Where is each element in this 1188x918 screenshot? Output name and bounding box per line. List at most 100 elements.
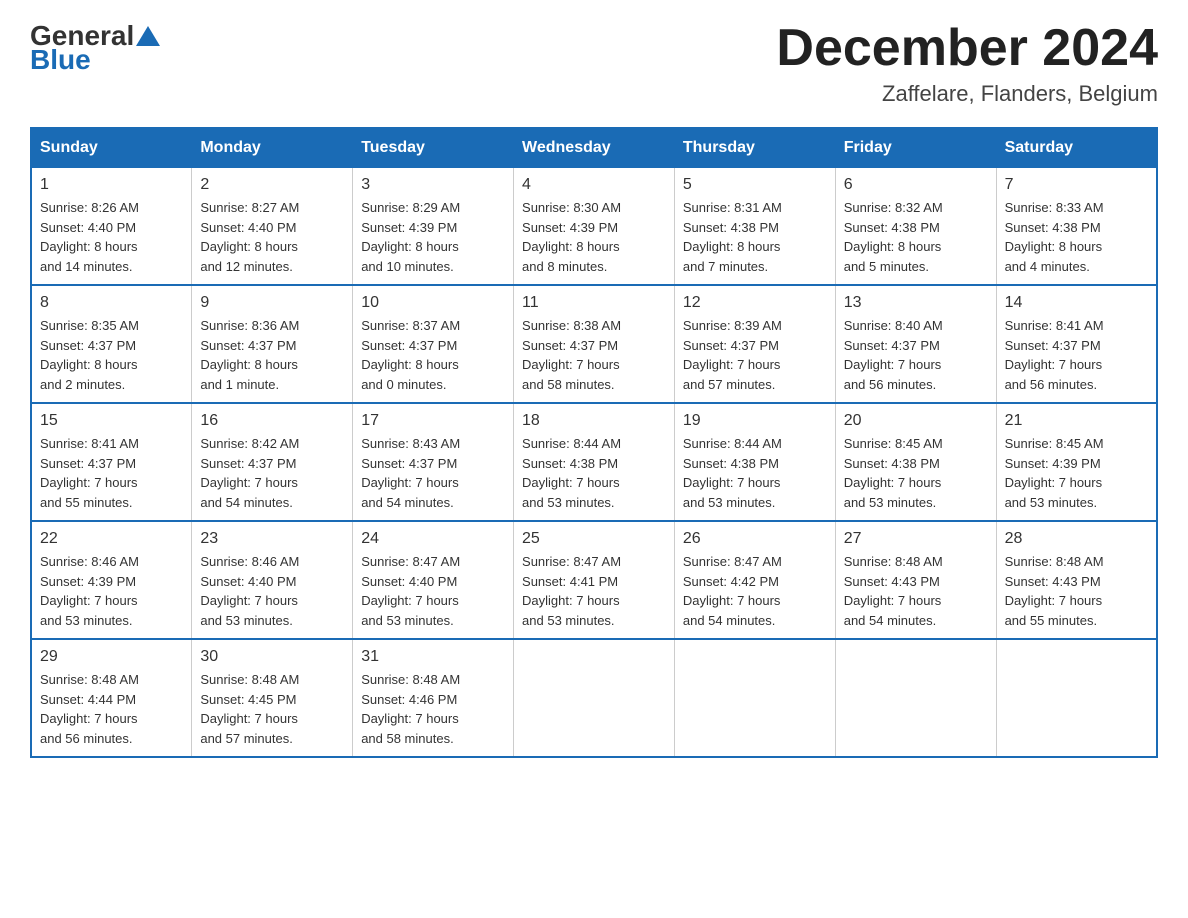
day-info: Sunrise: 8:45 AMSunset: 4:38 PMDaylight:… xyxy=(844,434,988,512)
calendar-day-7: 7 Sunrise: 8:33 AMSunset: 4:38 PMDayligh… xyxy=(996,168,1157,286)
calendar-day-10: 10 Sunrise: 8:37 AMSunset: 4:37 PMDaylig… xyxy=(353,285,514,403)
calendar-day-27: 27 Sunrise: 8:48 AMSunset: 4:43 PMDaylig… xyxy=(835,521,996,639)
calendar-day-empty xyxy=(835,639,996,757)
day-info: Sunrise: 8:41 AMSunset: 4:37 PMDaylight:… xyxy=(40,434,183,512)
calendar-day-20: 20 Sunrise: 8:45 AMSunset: 4:38 PMDaylig… xyxy=(835,403,996,521)
day-number: 7 xyxy=(1005,176,1148,194)
day-info: Sunrise: 8:48 AMSunset: 4:45 PMDaylight:… xyxy=(200,670,344,748)
day-info: Sunrise: 8:47 AMSunset: 4:40 PMDaylight:… xyxy=(361,552,505,630)
calendar-day-2: 2 Sunrise: 8:27 AMSunset: 4:40 PMDayligh… xyxy=(192,168,353,286)
calendar-day-5: 5 Sunrise: 8:31 AMSunset: 4:38 PMDayligh… xyxy=(674,168,835,286)
day-number: 6 xyxy=(844,176,988,194)
calendar-day-3: 3 Sunrise: 8:29 AMSunset: 4:39 PMDayligh… xyxy=(353,168,514,286)
day-info: Sunrise: 8:41 AMSunset: 4:37 PMDaylight:… xyxy=(1005,316,1148,394)
calendar-day-11: 11 Sunrise: 8:38 AMSunset: 4:37 PMDaylig… xyxy=(514,285,675,403)
calendar-day-4: 4 Sunrise: 8:30 AMSunset: 4:39 PMDayligh… xyxy=(514,168,675,286)
logo: General Blue xyxy=(30,20,162,76)
day-number: 22 xyxy=(40,530,183,548)
title-block: December 2024 Zaffelare, Flanders, Belgi… xyxy=(776,20,1158,107)
col-wednesday: Wednesday xyxy=(514,128,675,168)
calendar-day-16: 16 Sunrise: 8:42 AMSunset: 4:37 PMDaylig… xyxy=(192,403,353,521)
day-number: 11 xyxy=(522,294,666,312)
day-info: Sunrise: 8:40 AMSunset: 4:37 PMDaylight:… xyxy=(844,316,988,394)
day-info: Sunrise: 8:30 AMSunset: 4:39 PMDaylight:… xyxy=(522,198,666,276)
day-info: Sunrise: 8:44 AMSunset: 4:38 PMDaylight:… xyxy=(683,434,827,512)
day-info: Sunrise: 8:35 AMSunset: 4:37 PMDaylight:… xyxy=(40,316,183,394)
calendar-day-14: 14 Sunrise: 8:41 AMSunset: 4:37 PMDaylig… xyxy=(996,285,1157,403)
day-info: Sunrise: 8:36 AMSunset: 4:37 PMDaylight:… xyxy=(200,316,344,394)
location: Zaffelare, Flanders, Belgium xyxy=(776,81,1158,107)
day-info: Sunrise: 8:37 AMSunset: 4:37 PMDaylight:… xyxy=(361,316,505,394)
day-number: 28 xyxy=(1005,530,1148,548)
calendar-day-26: 26 Sunrise: 8:47 AMSunset: 4:42 PMDaylig… xyxy=(674,521,835,639)
calendar-table: Sunday Monday Tuesday Wednesday Thursday… xyxy=(30,127,1158,758)
day-number: 18 xyxy=(522,412,666,430)
calendar-day-12: 12 Sunrise: 8:39 AMSunset: 4:37 PMDaylig… xyxy=(674,285,835,403)
col-monday: Monday xyxy=(192,128,353,168)
calendar-day-18: 18 Sunrise: 8:44 AMSunset: 4:38 PMDaylig… xyxy=(514,403,675,521)
day-info: Sunrise: 8:48 AMSunset: 4:43 PMDaylight:… xyxy=(844,552,988,630)
col-friday: Friday xyxy=(835,128,996,168)
day-number: 8 xyxy=(40,294,183,312)
day-number: 2 xyxy=(200,176,344,194)
day-number: 17 xyxy=(361,412,505,430)
day-number: 19 xyxy=(683,412,827,430)
day-number: 14 xyxy=(1005,294,1148,312)
calendar-week-4: 22 Sunrise: 8:46 AMSunset: 4:39 PMDaylig… xyxy=(31,521,1157,639)
calendar-day-17: 17 Sunrise: 8:43 AMSunset: 4:37 PMDaylig… xyxy=(353,403,514,521)
calendar-week-3: 15 Sunrise: 8:41 AMSunset: 4:37 PMDaylig… xyxy=(31,403,1157,521)
month-title: December 2024 xyxy=(776,20,1158,77)
day-info: Sunrise: 8:43 AMSunset: 4:37 PMDaylight:… xyxy=(361,434,505,512)
day-number: 30 xyxy=(200,648,344,666)
calendar-day-23: 23 Sunrise: 8:46 AMSunset: 4:40 PMDaylig… xyxy=(192,521,353,639)
day-number: 23 xyxy=(200,530,344,548)
calendar-day-25: 25 Sunrise: 8:47 AMSunset: 4:41 PMDaylig… xyxy=(514,521,675,639)
calendar-week-2: 8 Sunrise: 8:35 AMSunset: 4:37 PMDayligh… xyxy=(31,285,1157,403)
calendar-day-15: 15 Sunrise: 8:41 AMSunset: 4:37 PMDaylig… xyxy=(31,403,192,521)
day-info: Sunrise: 8:44 AMSunset: 4:38 PMDaylight:… xyxy=(522,434,666,512)
day-info: Sunrise: 8:27 AMSunset: 4:40 PMDaylight:… xyxy=(200,198,344,276)
day-info: Sunrise: 8:45 AMSunset: 4:39 PMDaylight:… xyxy=(1005,434,1148,512)
calendar-day-13: 13 Sunrise: 8:40 AMSunset: 4:37 PMDaylig… xyxy=(835,285,996,403)
day-info: Sunrise: 8:39 AMSunset: 4:37 PMDaylight:… xyxy=(683,316,827,394)
calendar-week-1: 1 Sunrise: 8:26 AMSunset: 4:40 PMDayligh… xyxy=(31,168,1157,286)
day-number: 15 xyxy=(40,412,183,430)
day-info: Sunrise: 8:46 AMSunset: 4:39 PMDaylight:… xyxy=(40,552,183,630)
calendar-header-row: Sunday Monday Tuesday Wednesday Thursday… xyxy=(31,128,1157,168)
calendar-day-6: 6 Sunrise: 8:32 AMSunset: 4:38 PMDayligh… xyxy=(835,168,996,286)
day-number: 21 xyxy=(1005,412,1148,430)
calendar-day-8: 8 Sunrise: 8:35 AMSunset: 4:37 PMDayligh… xyxy=(31,285,192,403)
calendar-day-9: 9 Sunrise: 8:36 AMSunset: 4:37 PMDayligh… xyxy=(192,285,353,403)
day-number: 31 xyxy=(361,648,505,666)
day-number: 25 xyxy=(522,530,666,548)
day-number: 20 xyxy=(844,412,988,430)
calendar-day-1: 1 Sunrise: 8:26 AMSunset: 4:40 PMDayligh… xyxy=(31,168,192,286)
calendar-day-empty xyxy=(996,639,1157,757)
page-header: General Blue December 2024 Zaffelare, Fl… xyxy=(30,20,1158,107)
calendar-day-21: 21 Sunrise: 8:45 AMSunset: 4:39 PMDaylig… xyxy=(996,403,1157,521)
calendar-day-29: 29 Sunrise: 8:48 AMSunset: 4:44 PMDaylig… xyxy=(31,639,192,757)
day-info: Sunrise: 8:47 AMSunset: 4:41 PMDaylight:… xyxy=(522,552,666,630)
day-info: Sunrise: 8:42 AMSunset: 4:37 PMDaylight:… xyxy=(200,434,344,512)
col-thursday: Thursday xyxy=(674,128,835,168)
day-info: Sunrise: 8:32 AMSunset: 4:38 PMDaylight:… xyxy=(844,198,988,276)
day-number: 10 xyxy=(361,294,505,312)
logo-blue: Blue xyxy=(30,44,91,76)
day-info: Sunrise: 8:26 AMSunset: 4:40 PMDaylight:… xyxy=(40,198,183,276)
day-number: 29 xyxy=(40,648,183,666)
calendar-day-22: 22 Sunrise: 8:46 AMSunset: 4:39 PMDaylig… xyxy=(31,521,192,639)
day-number: 26 xyxy=(683,530,827,548)
calendar-week-5: 29 Sunrise: 8:48 AMSunset: 4:44 PMDaylig… xyxy=(31,639,1157,757)
day-number: 9 xyxy=(200,294,344,312)
day-number: 4 xyxy=(522,176,666,194)
day-info: Sunrise: 8:48 AMSunset: 4:46 PMDaylight:… xyxy=(361,670,505,748)
day-info: Sunrise: 8:48 AMSunset: 4:43 PMDaylight:… xyxy=(1005,552,1148,630)
day-info: Sunrise: 8:38 AMSunset: 4:37 PMDaylight:… xyxy=(522,316,666,394)
day-number: 24 xyxy=(361,530,505,548)
calendar-day-28: 28 Sunrise: 8:48 AMSunset: 4:43 PMDaylig… xyxy=(996,521,1157,639)
calendar-day-empty xyxy=(674,639,835,757)
day-info: Sunrise: 8:46 AMSunset: 4:40 PMDaylight:… xyxy=(200,552,344,630)
day-number: 27 xyxy=(844,530,988,548)
day-info: Sunrise: 8:33 AMSunset: 4:38 PMDaylight:… xyxy=(1005,198,1148,276)
day-number: 13 xyxy=(844,294,988,312)
